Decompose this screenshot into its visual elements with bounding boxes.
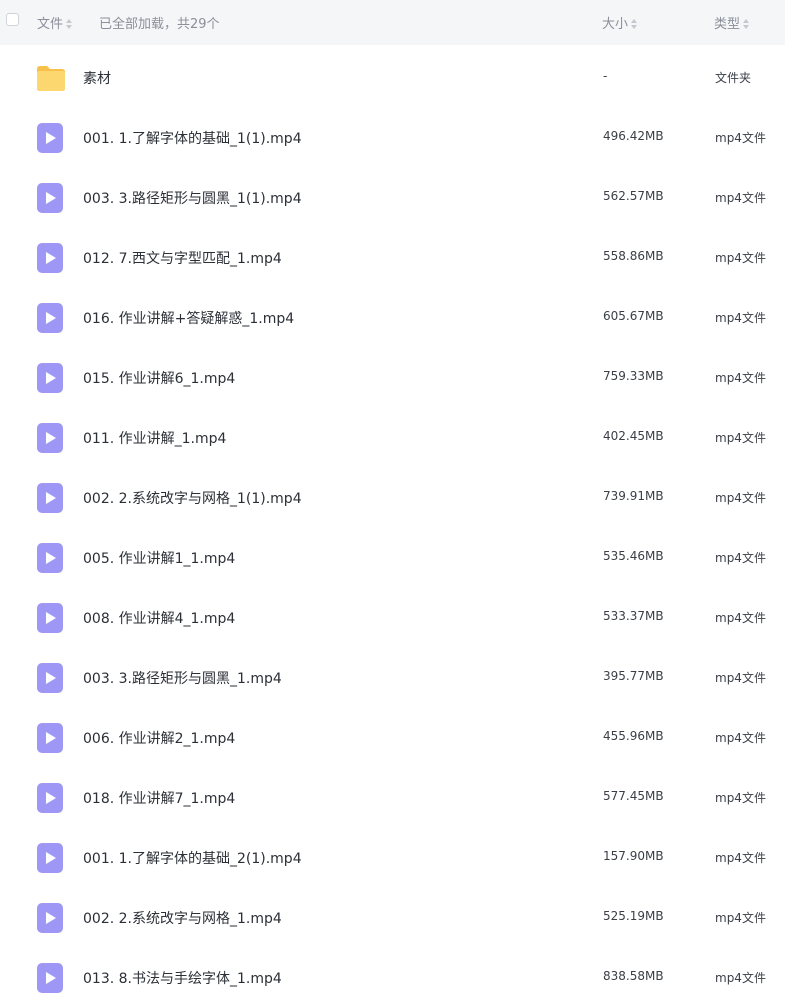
list-item[interactable]: 002. 2.系统改字与网格_1(1).mp4 739.91MB mp4文件 (0, 467, 785, 527)
file-size: - (603, 69, 608, 83)
file-size: 558.86MB (603, 249, 664, 263)
type-column-label: 类型 (714, 17, 741, 32)
sort-arrows-icon (743, 18, 750, 29)
list-item[interactable]: 015. 作业讲解6_1.mp4 759.33MB mp4文件 (0, 347, 785, 407)
file-size: 395.77MB (603, 669, 664, 683)
file-size: 455.96MB (603, 729, 664, 743)
file-type: mp4文件 (715, 491, 766, 505)
video-file-icon (36, 963, 64, 993)
file-name: 016. 作业讲解+答疑解惑_1.mp4 (83, 311, 295, 327)
file-list-header: 文件 已全部加载，共29个 大小 类型 (0, 0, 785, 45)
file-name: 001. 1.了解字体的基础_1(1).mp4 (83, 131, 302, 147)
file-name: 002. 2.系统改字与网格_1(1).mp4 (83, 491, 302, 507)
file-type: mp4文件 (715, 611, 766, 625)
loaded-status: 已全部加载，共29个 (99, 17, 220, 32)
video-file-icon (36, 783, 64, 813)
file-name: 素材 (83, 71, 111, 87)
file-type: mp4文件 (715, 851, 766, 865)
file-type: mp4文件 (715, 311, 766, 325)
file-type: 文件夹 (715, 71, 752, 85)
file-name: 012. 7.西文与字型匹配_1.mp4 (83, 251, 282, 267)
file-name: 001. 1.了解字体的基础_2(1).mp4 (83, 851, 302, 867)
file-type: mp4文件 (715, 971, 766, 985)
list-item[interactable]: 005. 作业讲解1_1.mp4 535.46MB mp4文件 (0, 527, 785, 587)
list-item[interactable]: 003. 3.路径矩形与圆黑_1(1).mp4 562.57MB mp4文件 (0, 167, 785, 227)
file-size: 759.33MB (603, 369, 664, 383)
file-size: 525.19MB (603, 909, 664, 923)
video-file-icon (36, 843, 64, 873)
sort-arrows-icon (631, 18, 638, 29)
file-type: mp4文件 (715, 791, 766, 805)
file-type: mp4文件 (715, 431, 766, 445)
list-item[interactable]: 001. 1.了解字体的基础_2(1).mp4 157.90MB mp4文件 (0, 827, 785, 887)
sort-by-type-button[interactable]: 类型 (714, 13, 750, 32)
list-item[interactable]: 018. 作业讲解7_1.mp4 577.45MB mp4文件 (0, 767, 785, 827)
file-name: 005. 作业讲解1_1.mp4 (83, 551, 236, 567)
file-size: 838.58MB (603, 969, 664, 983)
file-type: mp4文件 (715, 191, 766, 205)
video-file-icon (36, 603, 64, 633)
sort-by-size-button[interactable]: 大小 (602, 13, 638, 32)
file-name: 013. 8.书法与手绘字体_1.mp4 (83, 971, 282, 987)
file-size: 562.57MB (603, 189, 664, 203)
sort-by-name-button[interactable]: 文件 (37, 13, 73, 32)
folder-icon (36, 63, 65, 93)
file-type: mp4文件 (715, 731, 766, 745)
video-file-icon (36, 123, 64, 153)
file-type: mp4文件 (715, 671, 766, 685)
file-size: 533.37MB (603, 609, 664, 623)
file-size: 157.90MB (603, 849, 664, 863)
list-item[interactable]: 006. 作业讲解2_1.mp4 455.96MB mp4文件 (0, 707, 785, 767)
file-size: 605.67MB (603, 309, 664, 323)
file-name: 006. 作业讲解2_1.mp4 (83, 731, 236, 747)
video-file-icon (36, 663, 64, 693)
file-type: mp4文件 (715, 551, 766, 565)
video-file-icon (36, 903, 64, 933)
video-file-icon (36, 483, 64, 513)
file-name: 011. 作业讲解_1.mp4 (83, 431, 227, 447)
select-all-checkbox[interactable] (6, 13, 19, 26)
file-name: 015. 作业讲解6_1.mp4 (83, 371, 236, 387)
file-size: 496.42MB (603, 129, 664, 143)
list-item[interactable]: 008. 作业讲解4_1.mp4 533.37MB mp4文件 (0, 587, 785, 647)
sort-arrows-icon (66, 18, 73, 29)
file-list: 素材 - 文件夹 001. 1.了解字体的基础_1(1).mp4 496.42M… (0, 47, 785, 1007)
video-file-icon (36, 423, 64, 453)
file-size: 577.45MB (603, 789, 664, 803)
file-name: 008. 作业讲解4_1.mp4 (83, 611, 236, 627)
file-type: mp4文件 (715, 251, 766, 265)
file-type: mp4文件 (715, 911, 766, 925)
list-item[interactable]: 003. 3.路径矩形与圆黑_1.mp4 395.77MB mp4文件 (0, 647, 785, 707)
list-item[interactable]: 011. 作业讲解_1.mp4 402.45MB mp4文件 (0, 407, 785, 467)
video-file-icon (36, 303, 64, 333)
file-name: 003. 3.路径矩形与圆黑_1(1).mp4 (83, 191, 302, 207)
list-item[interactable]: 013. 8.书法与手绘字体_1.mp4 838.58MB mp4文件 (0, 947, 785, 1007)
video-file-icon (36, 243, 64, 273)
file-type: mp4文件 (715, 131, 766, 145)
size-column-label: 大小 (602, 17, 629, 32)
name-column-label: 文件 (37, 17, 64, 32)
file-type: mp4文件 (715, 371, 766, 385)
list-item[interactable]: 012. 7.西文与字型匹配_1.mp4 558.86MB mp4文件 (0, 227, 785, 287)
list-item[interactable]: 001. 1.了解字体的基础_1(1).mp4 496.42MB mp4文件 (0, 107, 785, 167)
file-name: 018. 作业讲解7_1.mp4 (83, 791, 236, 807)
file-name: 003. 3.路径矩形与圆黑_1.mp4 (83, 671, 282, 687)
file-size: 402.45MB (603, 429, 664, 443)
file-size: 535.46MB (603, 549, 664, 563)
video-file-icon (36, 363, 64, 393)
file-name: 002. 2.系统改字与网格_1.mp4 (83, 911, 282, 927)
list-item[interactable]: 016. 作业讲解+答疑解惑_1.mp4 605.67MB mp4文件 (0, 287, 785, 347)
list-item[interactable]: 素材 - 文件夹 (0, 47, 785, 107)
video-file-icon (36, 543, 64, 573)
file-size: 739.91MB (603, 489, 664, 503)
list-item[interactable]: 002. 2.系统改字与网格_1.mp4 525.19MB mp4文件 (0, 887, 785, 947)
video-file-icon (36, 723, 64, 753)
video-file-icon (36, 183, 64, 213)
